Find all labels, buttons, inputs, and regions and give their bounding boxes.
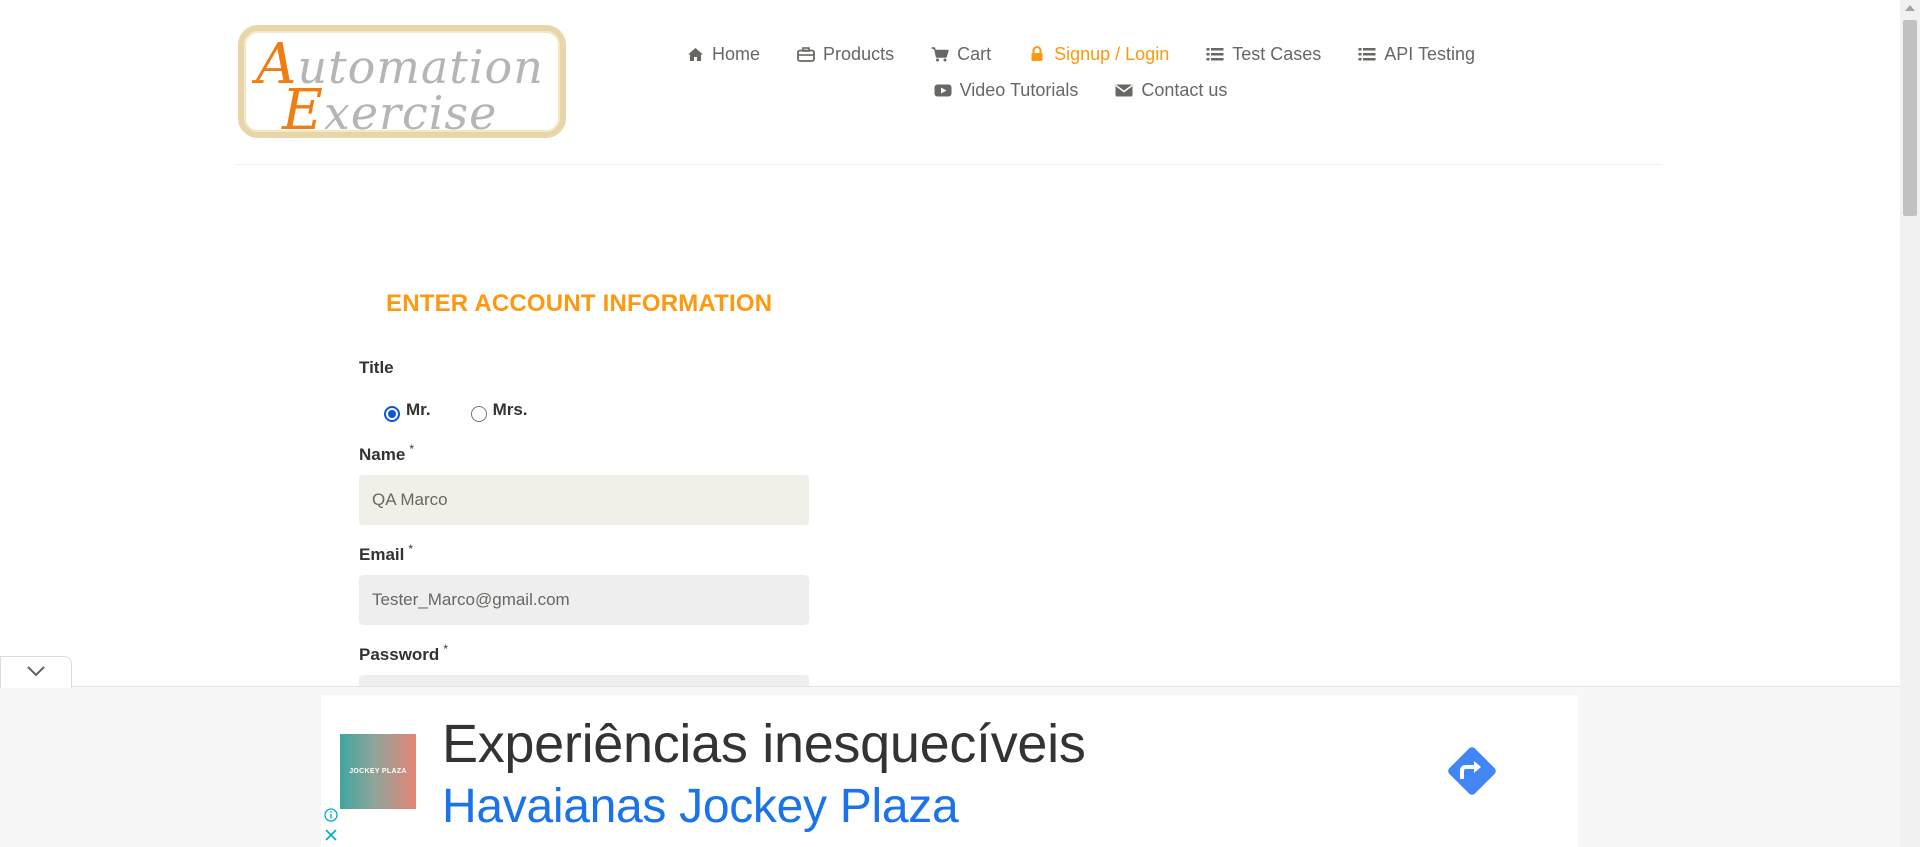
scrollbar-thumb[interactable]	[1903, 20, 1917, 216]
lock-icon	[1027, 45, 1047, 63]
nav-api-testing[interactable]: API Testing	[1357, 44, 1475, 65]
list-icon	[1357, 45, 1377, 63]
nav-contact-us[interactable]: Contact us	[1114, 80, 1227, 101]
radio-mrs[interactable]	[470, 406, 487, 422]
name-field[interactable]	[359, 475, 809, 525]
nav-video-tutorials[interactable]: Video Tutorials	[933, 80, 1078, 101]
radio-label-mrs: Mrs.	[492, 400, 528, 419]
nav-row-2: Video Tutorials Contact us	[730, 72, 1430, 108]
required-marker: *	[408, 542, 414, 556]
scroll-up-arrow[interactable]	[1905, 5, 1915, 11]
directions-icon[interactable]	[1442, 741, 1502, 801]
radio-label-mr: Mr.	[406, 400, 431, 419]
radio-mr[interactable]	[384, 406, 400, 422]
home-icon	[685, 45, 705, 63]
ad-banner[interactable]: JOCKEY PLAZA Experiências inesquecíveis …	[321, 695, 1578, 847]
info-icon[interactable]	[324, 808, 338, 822]
radio-option-mrs[interactable]: Mrs.	[470, 400, 528, 422]
name-label: Name *	[359, 442, 414, 464]
required-marker: *	[409, 442, 414, 456]
password-label: Password *	[359, 642, 448, 664]
youtube-play-icon	[933, 81, 953, 99]
ad-subline[interactable]: Havaianas Jockey Plaza	[442, 779, 959, 834]
list-icon	[1205, 45, 1225, 63]
email-label: Email *	[359, 542, 414, 564]
nav-row-1: Home Products Cart Signup / Login Test C…	[687, 36, 1475, 72]
nav-signup-login[interactable]: Signup / Login	[1027, 44, 1169, 65]
title-radio-group: Mr. Mrs.	[384, 400, 568, 422]
close-icon[interactable]	[324, 828, 338, 842]
nav-home[interactable]: Home	[685, 44, 760, 65]
ad-toggle-button[interactable]	[0, 656, 72, 688]
title-label: Title	[359, 358, 394, 377]
page-scrollbar[interactable]	[1900, 0, 1920, 847]
form-title: ENTER ACCOUNT INFORMATION	[386, 290, 773, 317]
nav-products[interactable]: Products	[796, 44, 894, 65]
chevron-down-icon	[26, 664, 46, 682]
header-divider	[236, 164, 1662, 165]
nav-test-cases[interactable]: Test Cases	[1205, 44, 1321, 65]
main-nav: Home Products Cart Signup / Login Test C…	[687, 36, 1475, 108]
page: Automation Exercise Home Products Cart S…	[0, 0, 1920, 847]
site-logo[interactable]: Automation Exercise	[238, 25, 566, 143]
logo-line-2: Exercise	[282, 78, 498, 143]
nav-cart[interactable]: Cart	[930, 44, 991, 65]
email-field	[359, 575, 809, 625]
cart-icon	[930, 45, 950, 63]
ad-logo[interactable]: JOCKEY PLAZA	[340, 734, 416, 809]
envelope-icon	[1114, 81, 1134, 99]
required-marker: *	[443, 642, 448, 656]
ad-headline[interactable]: Experiências inesquecíveis	[442, 713, 1086, 775]
radio-option-mr[interactable]: Mr.	[384, 400, 431, 422]
products-icon	[796, 45, 816, 63]
